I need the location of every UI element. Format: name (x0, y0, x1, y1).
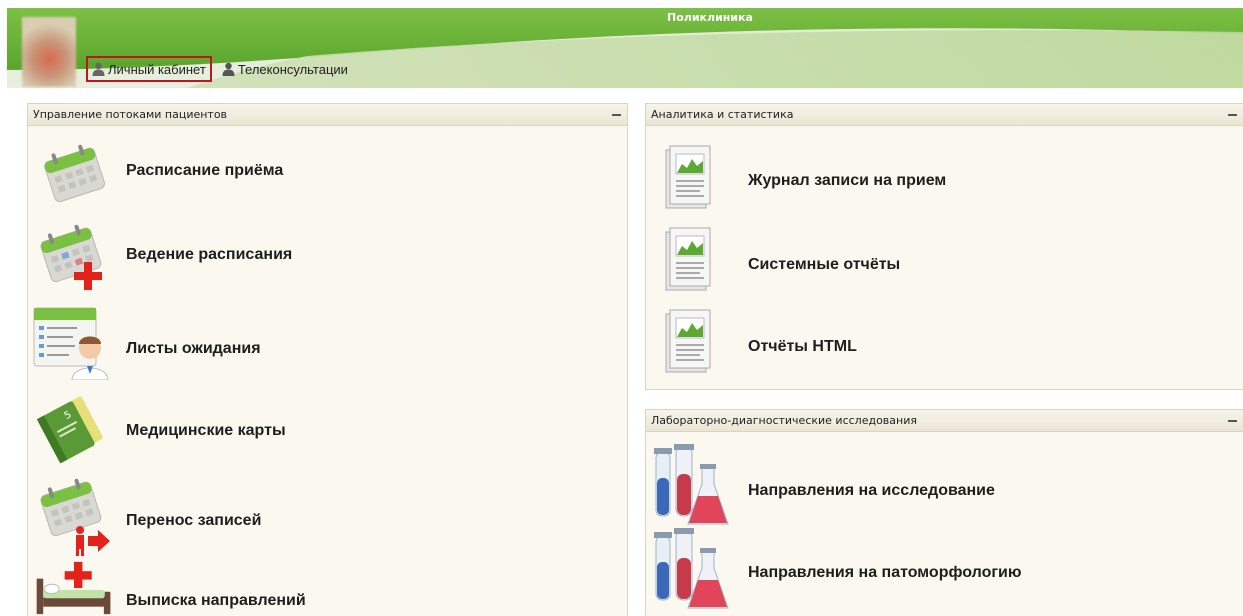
menu-item-label: Ведение расписания (126, 246, 293, 263)
menu-item-schedule[interactable]: Расписание приёма (28, 134, 628, 212)
panel-header: Аналитика и статистика (646, 104, 1243, 126)
app-title: Поликлиника (667, 11, 753, 24)
collapse-icon[interactable] (1228, 419, 1237, 422)
lab-flasks-icon (654, 444, 729, 525)
menu-item-transfer-records[interactable]: Перенос записей (28, 472, 628, 556)
app-header: Поликлиника Личный кабинет Телеконсульта… (0, 0, 1243, 92)
report-icon (665, 145, 711, 209)
hospital-bed-icon (36, 561, 111, 615)
menu-item-referrals[interactable]: Выписка направлений (28, 556, 628, 616)
collapse-icon[interactable] (612, 113, 621, 116)
person-icon (222, 62, 235, 76)
avatar[interactable] (22, 17, 76, 87)
report-icon (665, 227, 711, 291)
menu-item-label: Системные отчёты (748, 256, 901, 273)
panel-title: Управление потоками пациентов (33, 108, 228, 121)
panel-patient-flow: Управление потоками пациентов Расписание… (27, 103, 628, 616)
menu-item-label: Медицинские карты (126, 422, 286, 439)
menu-item-label: Направления на патоморфологию (748, 564, 1022, 581)
menu-item-label: Отчёты HTML (748, 338, 857, 355)
report-icon (665, 309, 711, 373)
waiting-list-icon (33, 307, 109, 380)
nav-personal-cabinet[interactable]: Личный кабинет (86, 56, 212, 82)
menu-item-html-reports[interactable]: Отчёты HTML (646, 306, 1243, 386)
menu-item-label: Выписка направлений (126, 592, 306, 609)
menu-item-label: Направления на исследование (748, 482, 995, 499)
menu-item-medical-cards[interactable]: 5 Медицинские карты (28, 388, 628, 470)
panel-lab: Лабораторно-диагностические исследования… (645, 409, 1243, 616)
menu-item-label: Расписание приёма (126, 162, 284, 179)
calendar-add-icon (40, 224, 102, 290)
panel-header: Управление потоками пациентов (28, 104, 627, 126)
panel-title: Лабораторно-диагностические исследования (651, 414, 917, 427)
menu-item-waiting-lists[interactable]: Листы ожидания (28, 304, 628, 384)
calendar-icon (44, 144, 106, 203)
menu-item-schedule-management[interactable]: Ведение расписания (28, 216, 628, 296)
panel-title: Аналитика и статистика (651, 108, 794, 121)
collapse-icon[interactable] (1228, 113, 1237, 116)
menu-item-label: Перенос записей (126, 512, 262, 529)
panel-analytics: Аналитика и статистика Журнал записи на … (645, 103, 1243, 390)
menu-item-label: Листы ожидания (126, 340, 261, 357)
menu-item-label: Журнал записи на прием (748, 172, 947, 189)
menu-item-pathomorphology-referrals[interactable]: Направления на патоморфологию (646, 528, 1243, 616)
nav-label: Телеконсультации (237, 61, 348, 77)
menu-item-lab-referrals[interactable]: Направления на исследование (646, 440, 1243, 530)
calendar-transfer-icon (40, 478, 110, 556)
nav-teleconsultations[interactable]: Телеконсультации (218, 56, 352, 82)
menu-item-system-reports[interactable]: Системные отчёты (646, 224, 1243, 304)
nav-label: Личный кабинет (108, 61, 206, 77)
lab-flasks-icon (654, 528, 729, 609)
person-icon (92, 62, 105, 76)
menu-item-appointment-journal[interactable]: Журнал записи на прием (646, 140, 1243, 220)
medical-card-icon: 5 (36, 396, 103, 464)
top-nav: Личный кабинет Телеконсультации (86, 56, 352, 82)
panel-header: Лабораторно-диагностические исследования (646, 410, 1243, 432)
